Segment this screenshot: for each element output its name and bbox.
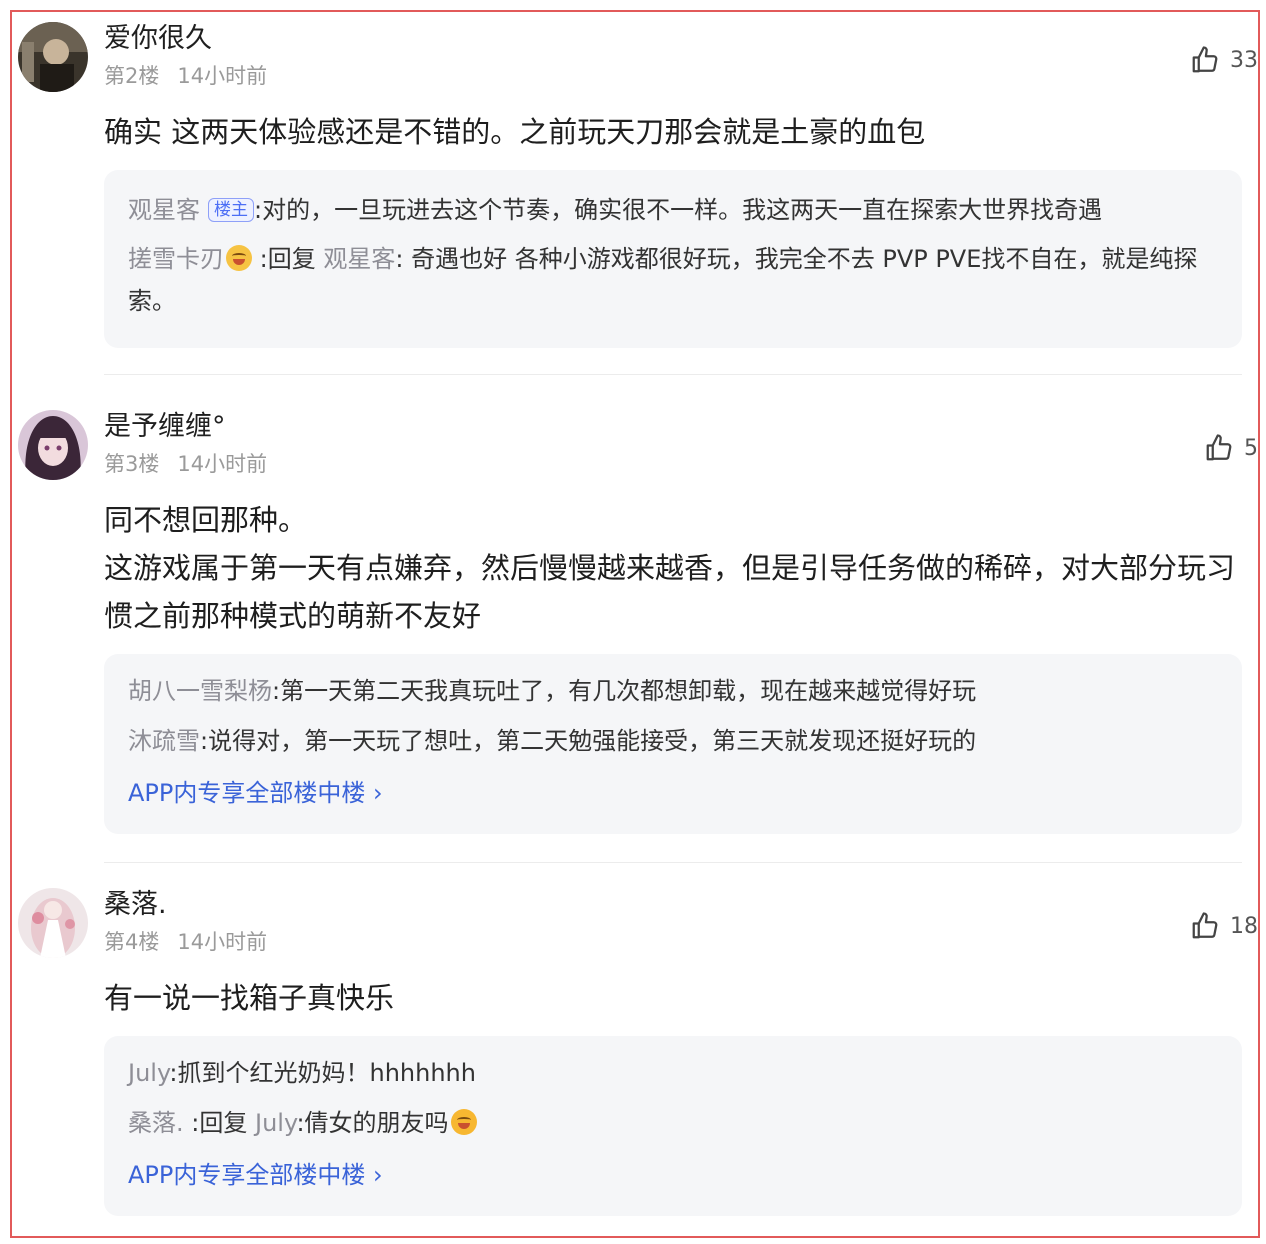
reply-text: :抓到个红光奶妈！hhhhhhh (169, 1059, 476, 1087)
comment-content: 同不想回那种。 这游戏属于第一天有点嫌弃，然后慢慢越来越香，但是引导任务做的稀碎… (104, 496, 1242, 640)
reply-target[interactable]: 观星客 (323, 245, 395, 273)
avatar[interactable] (18, 410, 88, 480)
like-button[interactable]: 33 (1190, 40, 1258, 80)
reply-text: :对的，一旦玩进去这个节奏，确实很不一样。我这两天一直在探索大世界找奇遇 (254, 196, 1103, 224)
comment-meta: 第3楼 14小时前 (104, 450, 267, 478)
like-count: 33 (1230, 47, 1258, 73)
divider (104, 862, 1242, 863)
reply-prefix: :回复 (259, 245, 316, 273)
reply-author[interactable]: 桑落. (128, 1109, 184, 1137)
floor-number: 第2楼 (104, 64, 160, 88)
username[interactable]: 爱你很久 (104, 22, 212, 56)
reply-item: 观星客 楼主:对的，一旦玩进去这个节奏，确实很不一样。我这两天一直在探索大世界找奇… (128, 182, 1218, 238)
comment-content: 确实 这两天体验感还是不错的。之前玩天刀那会就是土豪的血包 (104, 108, 1242, 156)
timestamp: 14小时前 (177, 64, 268, 88)
content-line: 这游戏属于第一天有点嫌弃，然后慢慢越来越香，但是引导任务做的稀碎，对大部分玩习惯… (104, 551, 1236, 633)
reply-item: July:抓到个红光奶妈！hhhhhhh (128, 1048, 1218, 1098)
like-button[interactable]: 18 (1190, 906, 1258, 946)
view-all-replies-link[interactable]: APP内专享全部楼中楼 › (128, 770, 1218, 816)
reply-author[interactable]: 搓雪卡刃 (128, 245, 224, 273)
reply-author[interactable]: 胡八一雪梨杨 (128, 677, 272, 705)
reply-item: 桑落. :回复 July:倩女的朋友吗 (128, 1098, 1218, 1148)
like-count: 5 (1244, 435, 1258, 461)
reply-target[interactable]: July (255, 1109, 296, 1137)
reply-item: 胡八一雪梨杨:第一天第二天我真玩吐了，有几次都想卸载，现在越来越觉得好玩 (128, 666, 1218, 716)
username[interactable]: 是予缠缠° (104, 410, 226, 444)
reply-item: 沐疏雪:说得对，第一天玩了想吐，第二天勉强能接受，第三天就发现还挺好玩的 (128, 716, 1218, 766)
comment-meta: 第4楼 14小时前 (104, 928, 267, 956)
content-line: 有一说一找箱子真快乐 (104, 981, 395, 1015)
comment-content: 有一说一找箱子真快乐 (104, 974, 1242, 1022)
content-line: 同不想回那种。 (104, 503, 308, 537)
like-button[interactable]: 5 (1204, 428, 1258, 468)
reply-text: :倩女的朋友吗 (296, 1109, 449, 1137)
reply-author[interactable]: 观星客 (128, 196, 200, 224)
reply-box: 胡八一雪梨杨:第一天第二天我真玩吐了，有几次都想卸载，现在越来越觉得好玩 沐疏雪… (104, 654, 1242, 834)
reply-text: :说得对，第一天玩了想吐，第二天勉强能接受，第三天就发现还挺好玩的 (200, 727, 977, 755)
avatar[interactable] (18, 888, 88, 958)
avatar[interactable] (18, 22, 88, 92)
reply-text: :第一天第二天我真玩吐了，有几次都想卸载，现在越来越觉得好玩 (272, 677, 977, 705)
content-line: 确实 这两天体验感还是不错的。之前玩天刀那会就是土豪的血包 (104, 115, 926, 149)
thumbs-up-icon (1192, 46, 1218, 73)
like-count: 18 (1230, 913, 1258, 939)
floor-number: 第4楼 (104, 930, 160, 954)
reply-box: 观星客 楼主:对的，一旦玩进去这个节奏，确实很不一样。我这两天一直在探索大世界找奇… (104, 170, 1242, 348)
reply-box: July:抓到个红光奶妈！hhhhhhh 桑落. :回复 July:倩女的朋友吗… (104, 1036, 1242, 1216)
laughing-emoji-icon (226, 245, 252, 271)
reply-item: 搓雪卡刃 :回复 观星客: 奇遇也好 各种小游戏都很好玩，我完全不去 PVP P… (128, 238, 1218, 322)
timestamp: 14小时前 (177, 452, 268, 476)
timestamp: 14小时前 (177, 930, 268, 954)
floor-number: 第3楼 (104, 452, 160, 476)
reply-author[interactable]: 沐疏雪 (128, 727, 200, 755)
reply-author[interactable]: July (128, 1059, 169, 1087)
shocked-emoji-icon (450, 1109, 477, 1135)
comment-meta: 第2楼 14小时前 (104, 62, 267, 90)
thumbs-up-icon (1192, 912, 1218, 939)
view-all-replies-link[interactable]: APP内专享全部楼中楼 › (128, 1152, 1218, 1198)
op-badge: 楼主 (208, 198, 254, 222)
thumbs-up-icon (1206, 434, 1232, 461)
reply-prefix: :回复 (191, 1109, 248, 1137)
divider (104, 374, 1242, 375)
username[interactable]: 桑落. (104, 888, 167, 922)
comment-panel: 爱你很久 第2楼 14小时前 33 确实 这两天体验感还是不错的。之前玩天刀那会就… (10, 10, 1260, 1238)
